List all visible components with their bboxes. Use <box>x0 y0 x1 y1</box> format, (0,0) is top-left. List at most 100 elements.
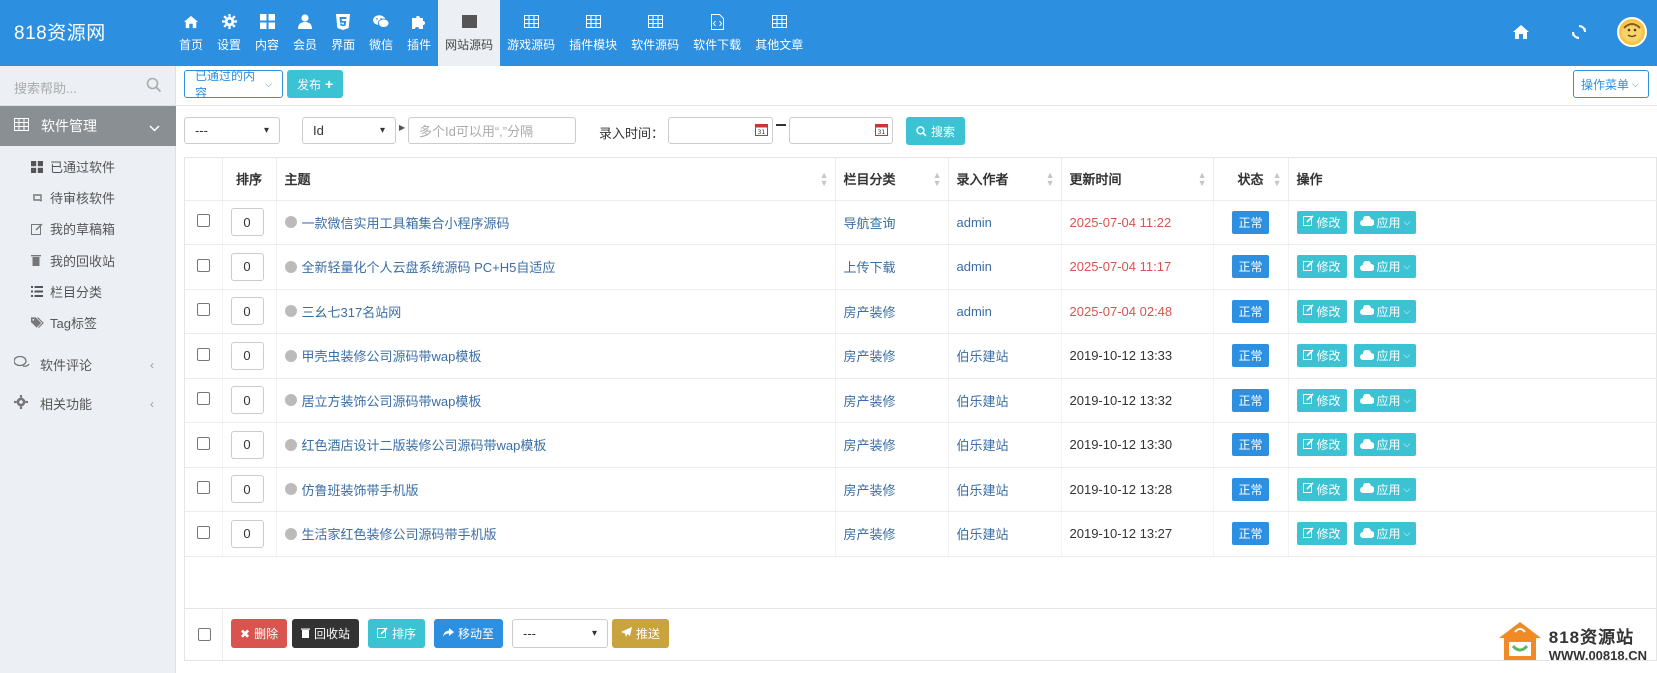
order-input[interactable]: 0 <box>230 475 264 504</box>
col-header-status[interactable]: 状态 ▲ ▼ <box>1213 158 1289 201</box>
nav-item-8[interactable]: 游戏源码 <box>500 0 562 66</box>
search-button[interactable]: 搜索 <box>906 117 966 145</box>
home-icon[interactable] <box>1501 12 1541 52</box>
status-badge[interactable]: 正常 <box>1232 255 1269 279</box>
status-badge[interactable]: 正常 <box>1232 210 1269 234</box>
apply-dropdown-button[interactable]: 应用 ⌵ <box>1353 344 1417 368</box>
calendar-icon[interactable]: 31 <box>875 123 888 139</box>
row-title-link[interactable]: 生活家红色装修公司源码带手机版 <box>302 524 497 543</box>
end-date-input[interactable]: 31 <box>789 117 893 144</box>
row-author[interactable]: 伯乐建站 <box>948 422 1062 468</box>
row-author[interactable]: 伯乐建站 <box>948 511 1062 557</box>
nav-item-2[interactable]: 内容 <box>248 0 286 66</box>
row-category[interactable]: 导航查询 <box>835 200 949 245</box>
sidebar-item-5[interactable]: Tag标签 <box>0 307 176 338</box>
passed-content-dropdown[interactable]: 已通过的内容 ⌵ <box>184 69 283 100</box>
row-author[interactable]: admin <box>948 244 1062 290</box>
row-author[interactable]: 伯乐建站 <box>948 378 1062 423</box>
edit-button[interactable]: 修改 <box>1296 255 1347 279</box>
row-title-link[interactable]: 一款微信实用工具箱集合小程序源码 <box>302 213 510 232</box>
apply-dropdown-button[interactable]: 应用 ⌵ <box>1353 255 1417 279</box>
row-checkbox[interactable] <box>196 392 210 406</box>
apply-dropdown-button[interactable]: 应用 ⌵ <box>1353 522 1417 546</box>
row-title-link[interactable]: 三幺七317名站网 <box>302 302 402 321</box>
apply-dropdown-button[interactable]: 应用 ⌵ <box>1353 433 1417 457</box>
row-category[interactable]: 房产装修 <box>835 422 949 468</box>
sidebar-item-0[interactable]: 已通过软件 <box>0 151 176 182</box>
status-badge[interactable]: 正常 <box>1232 388 1269 412</box>
filter-select-1[interactable]: --- ▾ <box>184 117 280 144</box>
edit-button[interactable]: 修改 <box>1296 344 1347 368</box>
order-input[interactable]: 0 <box>230 252 264 281</box>
nav-item-11[interactable]: 软件下载 <box>686 0 748 66</box>
col-header-order[interactable]: 排序 <box>222 158 277 201</box>
row-checkbox[interactable] <box>196 481 210 495</box>
nav-item-6[interactable]: 插件 <box>400 0 438 66</box>
row-author[interactable]: admin <box>948 289 1062 334</box>
sort-icon[interactable]: ▲ ▼ <box>1273 171 1282 188</box>
apply-dropdown-button[interactable]: 应用 ⌵ <box>1353 210 1417 234</box>
sidebar-section-software-manage[interactable]: 软件管理 <box>0 106 176 146</box>
order-input[interactable]: 0 <box>230 430 264 459</box>
edit-button[interactable]: 修改 <box>1296 388 1347 412</box>
edit-button[interactable]: 修改 <box>1296 433 1347 457</box>
col-header-time[interactable]: 更新时间 ▲ ▼ <box>1061 158 1214 201</box>
move-target-select[interactable]: --- ▾ <box>512 619 608 648</box>
sidebar-search[interactable]: 搜索帮助... <box>0 66 176 106</box>
select-all-checkbox[interactable] <box>198 628 211 641</box>
sort-icon[interactable]: ▲ ▼ <box>1198 171 1207 188</box>
nav-item-0[interactable]: 首页 <box>172 0 210 66</box>
status-badge[interactable]: 正常 <box>1232 477 1269 501</box>
row-category[interactable]: 房产装修 <box>835 289 949 334</box>
search-icon[interactable] <box>146 77 162 96</box>
order-input[interactable]: 0 <box>230 386 264 415</box>
edit-button[interactable]: 修改 <box>1296 522 1347 546</box>
sidebar-item-3[interactable]: 我的回收站 <box>0 245 176 276</box>
nav-item-12[interactable]: 其他文章 <box>748 0 810 66</box>
nav-item-7[interactable]: 网站源码 <box>438 0 501 66</box>
status-badge[interactable]: 正常 <box>1232 433 1269 457</box>
row-checkbox[interactable] <box>196 214 210 228</box>
row-title-link[interactable]: 红色酒店设计二版装修公司源码带wap模板 <box>302 435 547 454</box>
row-category[interactable]: 房产装修 <box>835 378 949 423</box>
row-title-link[interactable]: 甲壳虫装修公司源码带wap模板 <box>302 346 482 365</box>
nav-item-3[interactable]: 会员 <box>286 0 324 66</box>
row-checkbox[interactable] <box>196 525 210 539</box>
recycle-button[interactable]: 回收站 <box>292 619 360 648</box>
sort-icon[interactable]: ▲ ▼ <box>1046 171 1055 188</box>
move-to-button[interactable]: 移动至 <box>434 619 504 648</box>
order-input[interactable]: 0 <box>230 297 264 326</box>
sidebar-item-2[interactable]: 我的草稿箱 <box>0 213 176 244</box>
push-button[interactable]: 推送 <box>612 619 670 648</box>
row-checkbox[interactable] <box>196 303 210 317</box>
ops-menu-dropdown[interactable]: 操作菜单 ⌵ <box>1573 70 1649 98</box>
edit-button[interactable]: 修改 <box>1296 477 1347 501</box>
row-category[interactable]: 上传下载 <box>835 244 949 290</box>
order-input[interactable]: 0 <box>230 208 264 237</box>
order-input[interactable]: 0 <box>230 519 264 548</box>
refresh-icon[interactable] <box>1559 12 1599 52</box>
ids-input[interactable]: 多个Id可以用“,”分隔 <box>408 117 576 144</box>
field-select[interactable]: Id ▾ <box>302 117 396 144</box>
nav-item-9[interactable]: 插件模块 <box>562 0 624 66</box>
row-category[interactable]: 房产装修 <box>835 467 949 512</box>
row-title-link[interactable]: 全新轻量化个人云盘系统源码 PC+H5自适应 <box>302 257 556 276</box>
sidebar-section-0[interactable]: 软件评论 ‹ <box>0 345 176 383</box>
row-category[interactable]: 房产装修 <box>835 333 949 379</box>
row-author[interactable]: 伯乐建站 <box>948 333 1062 379</box>
sort-icon[interactable]: ▲ ▼ <box>820 171 829 188</box>
apply-dropdown-button[interactable]: 应用 ⌵ <box>1353 299 1417 323</box>
sidebar-section-1[interactable]: 相关功能 ‹ <box>0 384 176 422</box>
row-checkbox[interactable] <box>196 258 210 272</box>
nav-item-10[interactable]: 软件源码 <box>624 0 686 66</box>
status-badge[interactable]: 正常 <box>1232 299 1269 323</box>
edit-button[interactable]: 修改 <box>1296 299 1347 323</box>
brand-logo-text[interactable]: 818资源网 <box>14 18 106 45</box>
start-date-input[interactable]: 31 <box>668 117 773 144</box>
calendar-icon[interactable]: 31 <box>755 123 768 139</box>
row-category[interactable]: 房产装修 <box>835 511 949 557</box>
nav-item-1[interactable]: 设置 <box>210 0 248 66</box>
nav-item-5[interactable]: 微信 <box>362 0 400 66</box>
row-author[interactable]: admin <box>948 200 1062 245</box>
avatar[interactable] <box>1617 17 1647 47</box>
